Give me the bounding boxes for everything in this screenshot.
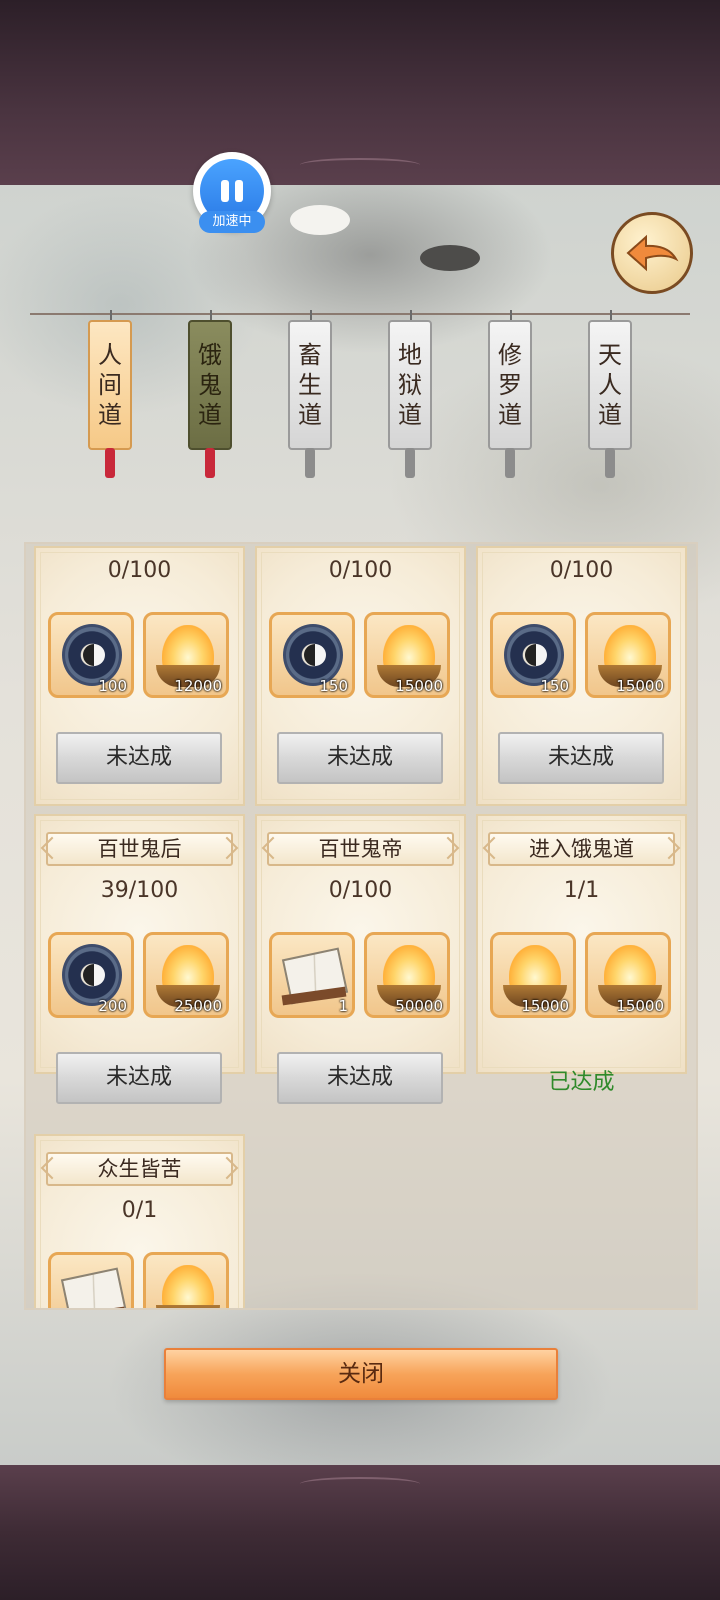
reward-item[interactable]: 15000 (585, 612, 671, 698)
achievement-panel[interactable]: 0/100 100 12000 未达成 0/100 150 15000 未达成 … (24, 542, 698, 1310)
close-button[interactable]: 关闭 (164, 1348, 558, 1400)
reward-item[interactable]: 15000 (364, 612, 450, 698)
progress-text: 1/1 (563, 878, 600, 903)
tab-renjiandao[interactable]: 人 间 道 (88, 320, 132, 450)
achievement-card: 百世鬼后 39/100 200 25000 未达成 (34, 814, 245, 1104)
achievement-card: 0/100 150 15000 未达成 (476, 546, 687, 806)
status-button[interactable]: 未达成 (277, 732, 443, 784)
hanging-string (30, 313, 690, 315)
tab-egui-dao[interactable]: 饿 鬼 道 (188, 320, 232, 450)
tab-chusheng-dao[interactable]: 畜 生 道 (288, 320, 332, 450)
reward-item[interactable] (143, 1252, 229, 1308)
reward-item[interactable] (48, 1252, 134, 1308)
reward-item[interactable]: 150 (490, 612, 576, 698)
top-ornament (300, 158, 420, 172)
scroll-book-icon (60, 1267, 128, 1308)
reward-item[interactable]: 1 (269, 932, 355, 1018)
status-completed-text: 已达成 (548, 1070, 615, 1095)
progress-text: 0/100 (328, 558, 393, 583)
status-button[interactable]: 未达成 (56, 732, 222, 784)
tassel-icon (405, 448, 415, 478)
bottom-frame-band (0, 1465, 720, 1600)
progress-text: 39/100 (100, 878, 179, 903)
achievement-title: 百世鬼后 (46, 832, 233, 866)
cloud-swirl (420, 245, 480, 271)
reward-item[interactable]: 50000 (364, 932, 450, 1018)
achievement-title: 众生皆苦 (46, 1152, 233, 1186)
status-button[interactable]: 未达成 (498, 732, 664, 784)
reward-item[interactable]: 150 (269, 612, 355, 698)
achievement-card: 进入饿鬼道 1/1 15000 15000 已达成 (476, 814, 687, 1095)
progress-text: 0/1 (121, 1198, 158, 1223)
tassel-icon (205, 448, 215, 478)
bottom-ornament (300, 1477, 420, 1491)
reward-item[interactable]: 200 (48, 932, 134, 1018)
speed-status-label: 加速中 (199, 211, 265, 233)
tassel-icon (105, 448, 115, 478)
tassel-icon (505, 448, 515, 478)
reward-item[interactable]: 100 (48, 612, 134, 698)
cloud-swirl (290, 205, 350, 235)
achievement-card: 0/100 150 15000 未达成 (255, 546, 466, 806)
tassel-icon (305, 448, 315, 478)
back-arrow-icon (626, 234, 679, 272)
achievement-title: 进入饿鬼道 (488, 832, 675, 866)
tab-xiuluo-dao[interactable]: 修 罗 道 (488, 320, 532, 450)
progress-text: 0/100 (107, 558, 172, 583)
reward-item[interactable]: 15000 (490, 932, 576, 1018)
progress-text: 0/100 (549, 558, 614, 583)
reward-item[interactable]: 15000 (585, 932, 671, 1018)
tab-diyu-dao[interactable]: 地 狱 道 (388, 320, 432, 450)
top-frame-band (0, 0, 720, 185)
status-button[interactable]: 未达成 (56, 1052, 222, 1104)
status-button[interactable]: 未达成 (277, 1052, 443, 1104)
reward-item[interactable]: 12000 (143, 612, 229, 698)
back-button[interactable] (611, 212, 693, 294)
achievement-card: 众生皆苦 0/1 (34, 1134, 245, 1308)
tassel-icon (605, 448, 615, 478)
reward-item[interactable]: 25000 (143, 932, 229, 1018)
tab-tianren-dao[interactable]: 天 人 道 (588, 320, 632, 450)
achievement-card: 0/100 100 12000 未达成 (34, 546, 245, 806)
spirit-flame-bowl-icon (162, 1265, 214, 1308)
achievement-title: 百世鬼帝 (267, 832, 454, 866)
achievement-card: 百世鬼帝 0/100 1 50000 未达成 (255, 814, 466, 1104)
progress-text: 0/100 (328, 878, 393, 903)
